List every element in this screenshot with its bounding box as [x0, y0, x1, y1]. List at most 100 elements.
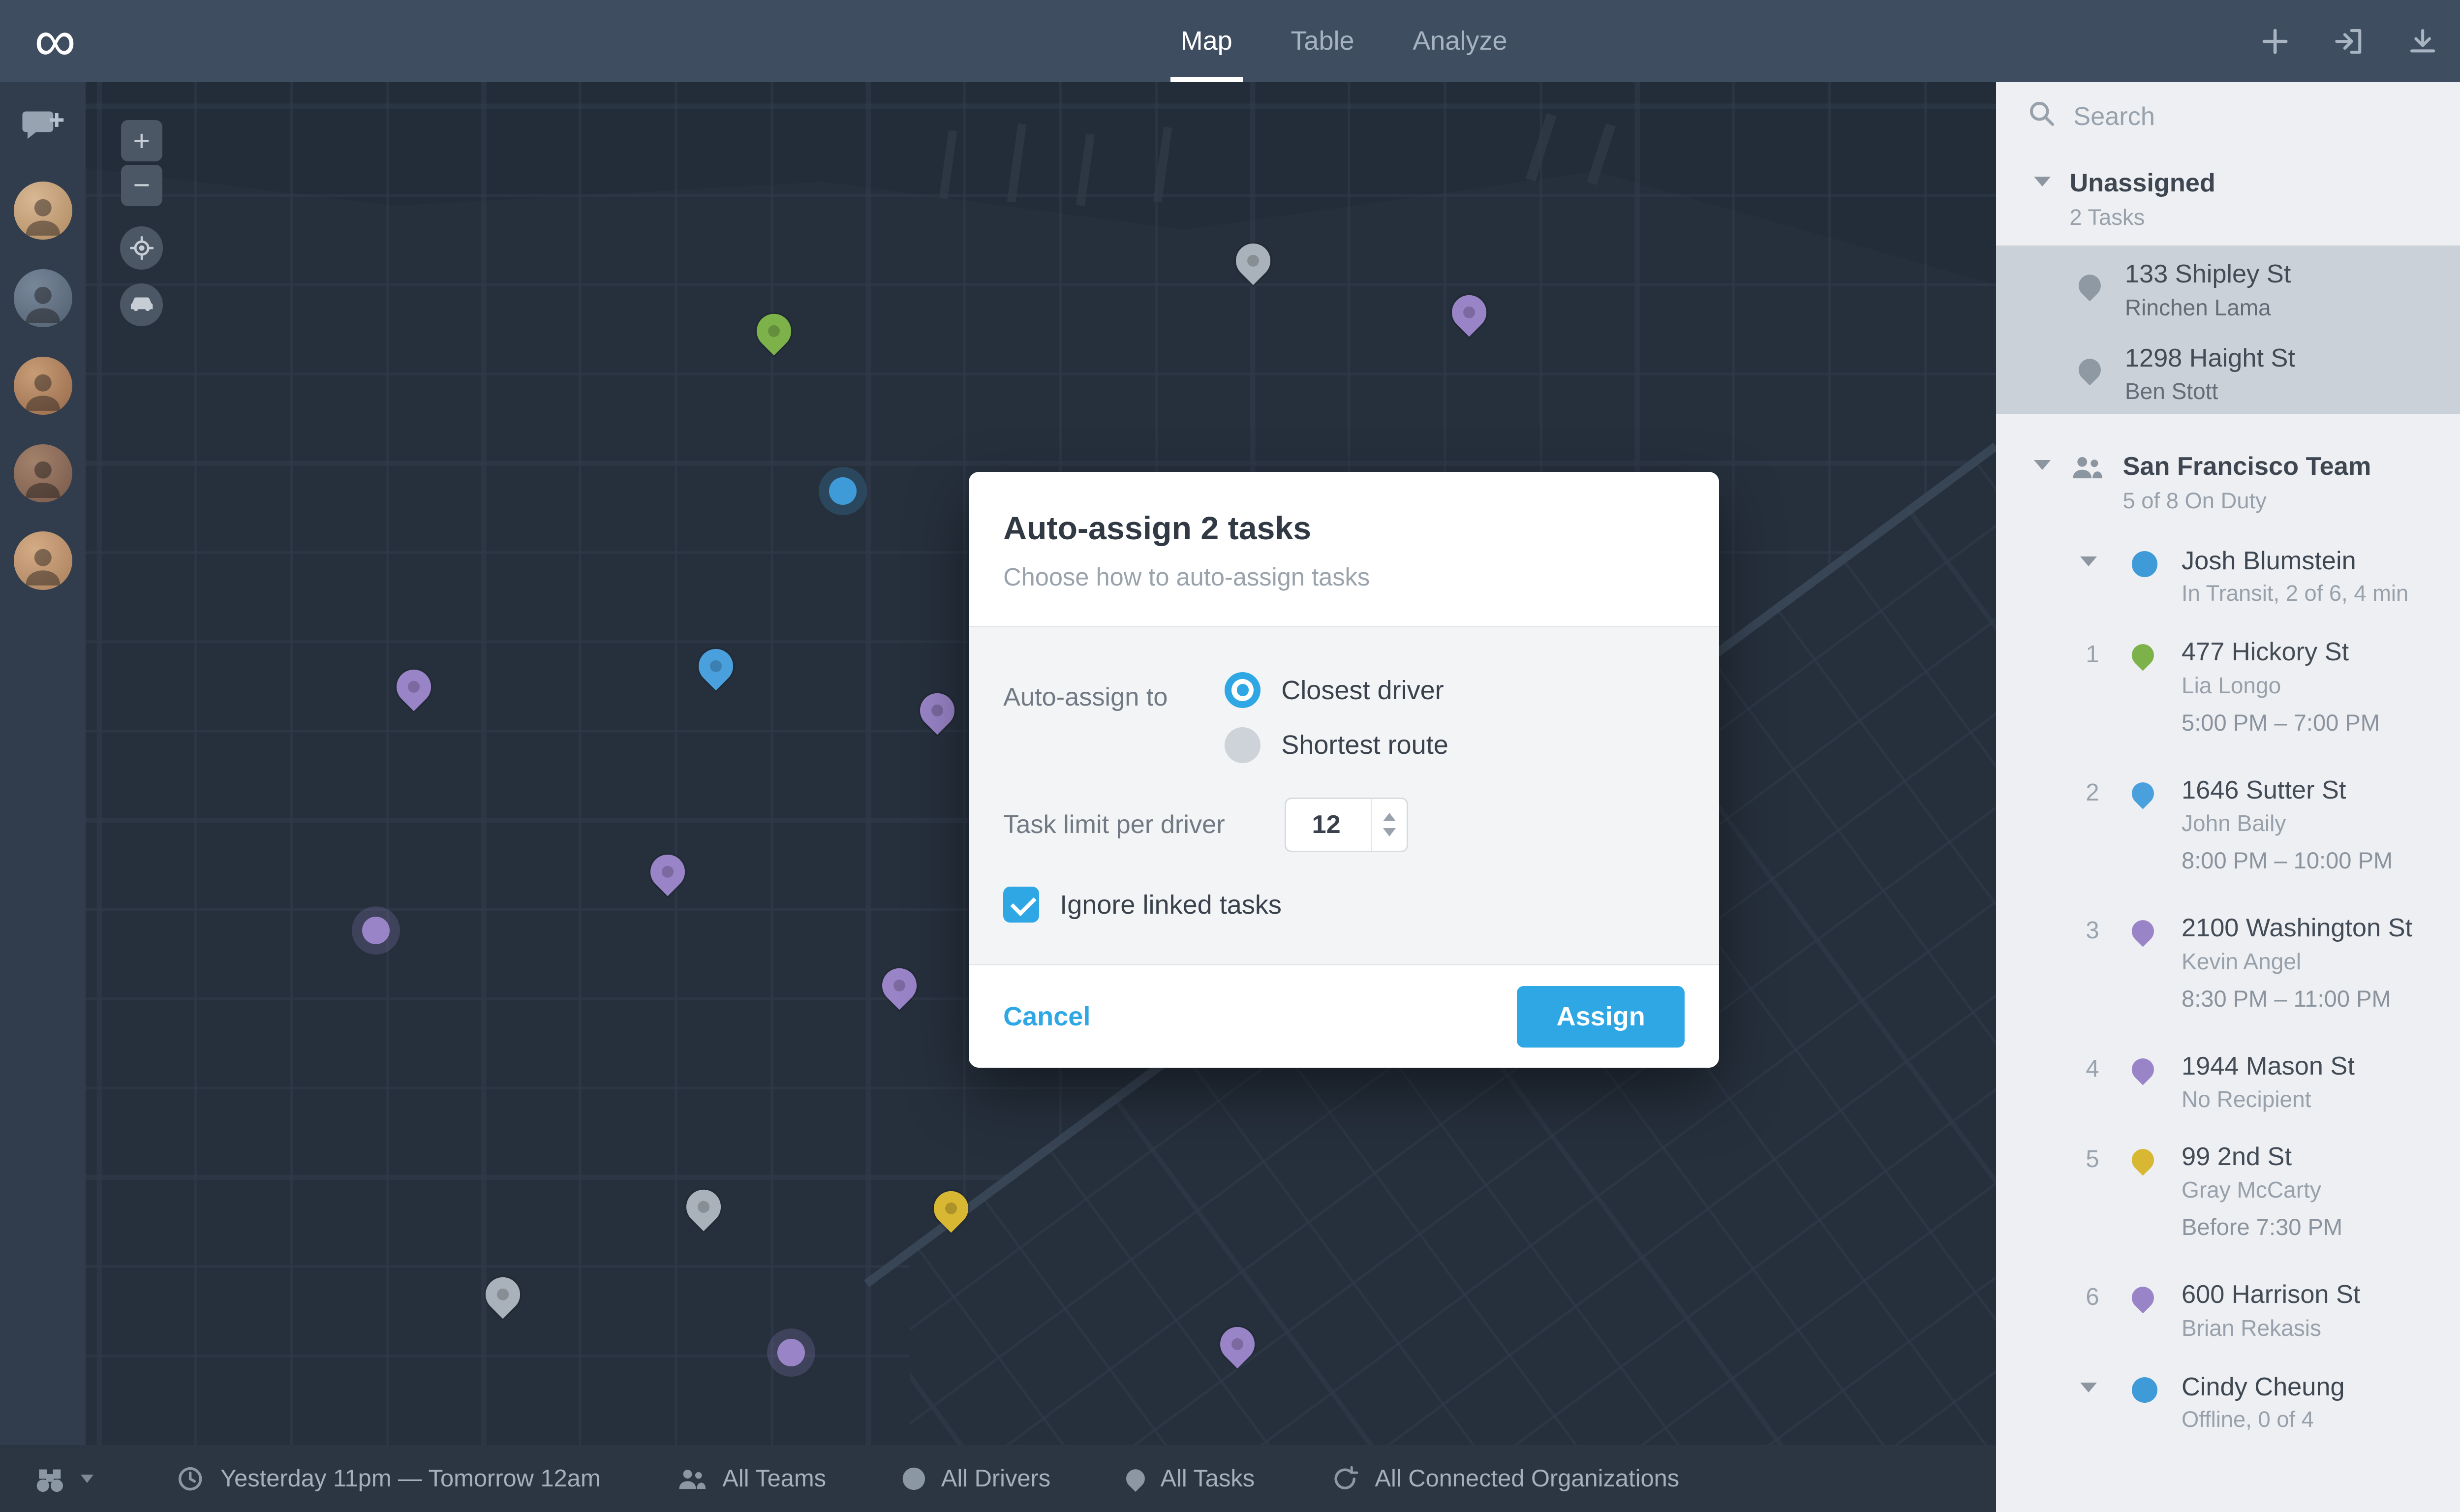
- locate-icon[interactable]: [120, 226, 163, 270]
- stepper-down-icon[interactable]: [1383, 828, 1396, 836]
- zoom-in-button[interactable]: +: [121, 120, 162, 161]
- unassigned-task-row[interactable]: 133 Shipley St Rinchen Lama: [1996, 246, 2460, 330]
- driver-avatar[interactable]: [13, 356, 72, 415]
- filter-tasks[interactable]: All Tasks: [1122, 1465, 1255, 1492]
- driver-status: In Transit, 2 of 6, 4 min: [2182, 581, 2409, 606]
- map-task-pin[interactable]: [913, 686, 962, 735]
- map-driver-dot[interactable]: [777, 1339, 805, 1366]
- option-shortest-route[interactable]: Shortest route: [1225, 727, 1448, 763]
- add-task-plus-icon[interactable]: [2259, 25, 2291, 58]
- connected-org-icon: [1334, 1466, 1358, 1489]
- map-driver-dot[interactable]: [362, 916, 390, 944]
- unassigned-task-list: 133 Shipley St Rinchen Lama 1298 Haight …: [1996, 246, 2460, 414]
- task-window-row: 5:00 PM – 7:00 PM: [1996, 702, 2460, 750]
- import-tasks-icon[interactable]: [2333, 25, 2365, 58]
- filter-teams[interactable]: All Teams: [676, 1465, 826, 1492]
- search-icon: [2027, 99, 2056, 134]
- task-recipient: Kevin Angel: [2182, 948, 2302, 974]
- driver-avatar[interactable]: [13, 444, 72, 503]
- task-address: 1646 Sutter St: [2182, 775, 2346, 804]
- radio-label: Shortest route: [1281, 730, 1448, 760]
- map-driver-dot[interactable]: [829, 477, 857, 505]
- filter-time-range[interactable]: Yesterday 11pm — Tomorrow 12am: [176, 1464, 601, 1493]
- zoom-out-button[interactable]: −: [121, 164, 162, 206]
- ignore-linked-checkbox[interactable]: [1003, 886, 1040, 923]
- task-row[interactable]: 1 477 Hickory St Lia Longo 8:26 PM 5:00 …: [1996, 622, 2460, 750]
- map-task-pin[interactable]: [643, 847, 692, 896]
- assign-mode-options: Closest driver Shortest route: [1225, 672, 1448, 763]
- chevron-down-icon[interactable]: [80, 1474, 93, 1483]
- cancel-button[interactable]: Cancel: [1003, 1001, 1090, 1032]
- driver-row-josh[interactable]: Josh Blumstein In Transit, 2 of 6, 4 min…: [1996, 529, 2460, 622]
- task-limit-label: Task limit per driver: [1003, 810, 1225, 839]
- task-row[interactable]: 4 1944 Mason St No Recipient: [1996, 1036, 2460, 1116]
- task-recipient: Ben Stott: [2124, 378, 2218, 404]
- app-logo-infinity-icon[interactable]: ∞: [34, 0, 76, 82]
- map-task-pin[interactable]: [750, 307, 799, 356]
- export-download-icon[interactable]: [2406, 25, 2439, 58]
- search-input[interactable]: [2073, 102, 2460, 132]
- radio-selected-icon[interactable]: [1225, 672, 1261, 709]
- add-chat-person-icon[interactable]: [21, 106, 65, 154]
- task-address: 133 Shipley St: [2124, 260, 2291, 289]
- vehicle-car-icon[interactable]: [120, 283, 163, 326]
- tab-analyze[interactable]: Analyze: [1413, 0, 1507, 82]
- filter-organizations[interactable]: All Connected Organizations: [1330, 1464, 1679, 1493]
- map-task-pin[interactable]: [1213, 1320, 1262, 1368]
- driver-row-cindy[interactable]: Cindy Cheung Offline, 0 of 4: [1996, 1355, 2460, 1448]
- stepper-up-icon[interactable]: [1383, 813, 1396, 822]
- chevron-down-icon[interactable]: [2080, 556, 2097, 566]
- chevron-down-icon[interactable]: [2033, 177, 2051, 186]
- chevron-down-icon[interactable]: [2080, 1382, 2097, 1392]
- task-window: 8:30 PM – 11:00 PM: [2182, 985, 2391, 1012]
- task-window-row: 8:30 PM – 11:00 PM: [1996, 978, 2460, 1026]
- task-number: 3: [2086, 917, 2099, 944]
- driver-avatar[interactable]: [13, 181, 72, 240]
- section-unassigned[interactable]: Unassigned 2 Tasks: [1996, 151, 2460, 246]
- task-row[interactable]: 5 99 2nd St Gray McCarty Before 7:30 PM: [1996, 1126, 2460, 1254]
- assign-button[interactable]: Assign: [1517, 986, 1685, 1048]
- task-pin-icon: [2127, 915, 2159, 948]
- filter-label: All Teams: [722, 1465, 827, 1492]
- option-closest-driver[interactable]: Closest driver: [1225, 672, 1448, 709]
- filter-label: Yesterday 11pm — Tomorrow 12am: [220, 1465, 601, 1492]
- map-task-pin[interactable]: [875, 961, 924, 1010]
- radio-unselected-icon[interactable]: [1225, 727, 1261, 763]
- task-sidebar: Unassigned 2 Tasks 133 Shipley St Rinche…: [1996, 82, 2460, 1512]
- task-limit-stepper[interactable]: 12: [1285, 797, 1409, 853]
- map-task-pin[interactable]: [1445, 288, 1494, 337]
- tab-table[interactable]: Table: [1291, 0, 1354, 82]
- unassigned-task-row[interactable]: 1298 Haight St Ben Stott: [1996, 330, 2460, 414]
- driver-dot-icon: [902, 1467, 925, 1490]
- task-row[interactable]: 3 2100 Washington St Kevin Angel 8:45 PM…: [1996, 898, 2460, 1026]
- task-pin-icon: [2127, 1282, 2159, 1314]
- driver-avatar[interactable]: [13, 269, 72, 328]
- task-pin-icon: [2127, 777, 2159, 809]
- map-task-pin[interactable]: [478, 1270, 527, 1319]
- auto-assign-modal: Auto-assign 2 tasks Choose how to auto-a…: [969, 472, 1719, 1068]
- map-task-pin[interactable]: [691, 642, 740, 690]
- map-task-pin[interactable]: [679, 1182, 728, 1231]
- stepper-arrows[interactable]: [1371, 799, 1407, 851]
- driver-name: Cindy Cheung: [2182, 1372, 2345, 1401]
- task-row[interactable]: 6 600 Harrison St Brian Rekasis: [1996, 1265, 2460, 1345]
- map-task-pin[interactable]: [389, 662, 438, 711]
- clock-icon: [179, 1467, 202, 1491]
- chevron-down-icon[interactable]: [2033, 460, 2051, 470]
- tab-map[interactable]: Map: [1170, 0, 1243, 83]
- filter-drivers[interactable]: All Drivers: [902, 1465, 1051, 1492]
- map-task-pin[interactable]: [926, 1184, 975, 1233]
- task-address: 99 2nd St: [2182, 1142, 2292, 1171]
- section-team[interactable]: San Francisco Team 5 of 8 On Duty: [1996, 434, 2460, 529]
- task-pin-icon: [2074, 270, 2106, 302]
- filter-bar: Yesterday 11pm — Tomorrow 12am All Teams…: [0, 1445, 1997, 1512]
- checkbox-label: Ignore linked tasks: [1060, 890, 1282, 920]
- map-task-pin[interactable]: [1229, 236, 1277, 285]
- task-window: 8:00 PM – 10:00 PM: [2182, 847, 2393, 874]
- filter-label: All Drivers: [941, 1465, 1051, 1492]
- task-row[interactable]: 2 1646 Sutter St John Baily 8:38 PM 8:00…: [1996, 760, 2460, 888]
- task-recipient: Lia Longo: [2182, 672, 2281, 698]
- map-view-binoculars-icon[interactable]: [31, 1463, 93, 1494]
- driver-avatar[interactable]: [13, 531, 72, 590]
- team-status: 5 of 8 On Duty: [2122, 488, 2267, 513]
